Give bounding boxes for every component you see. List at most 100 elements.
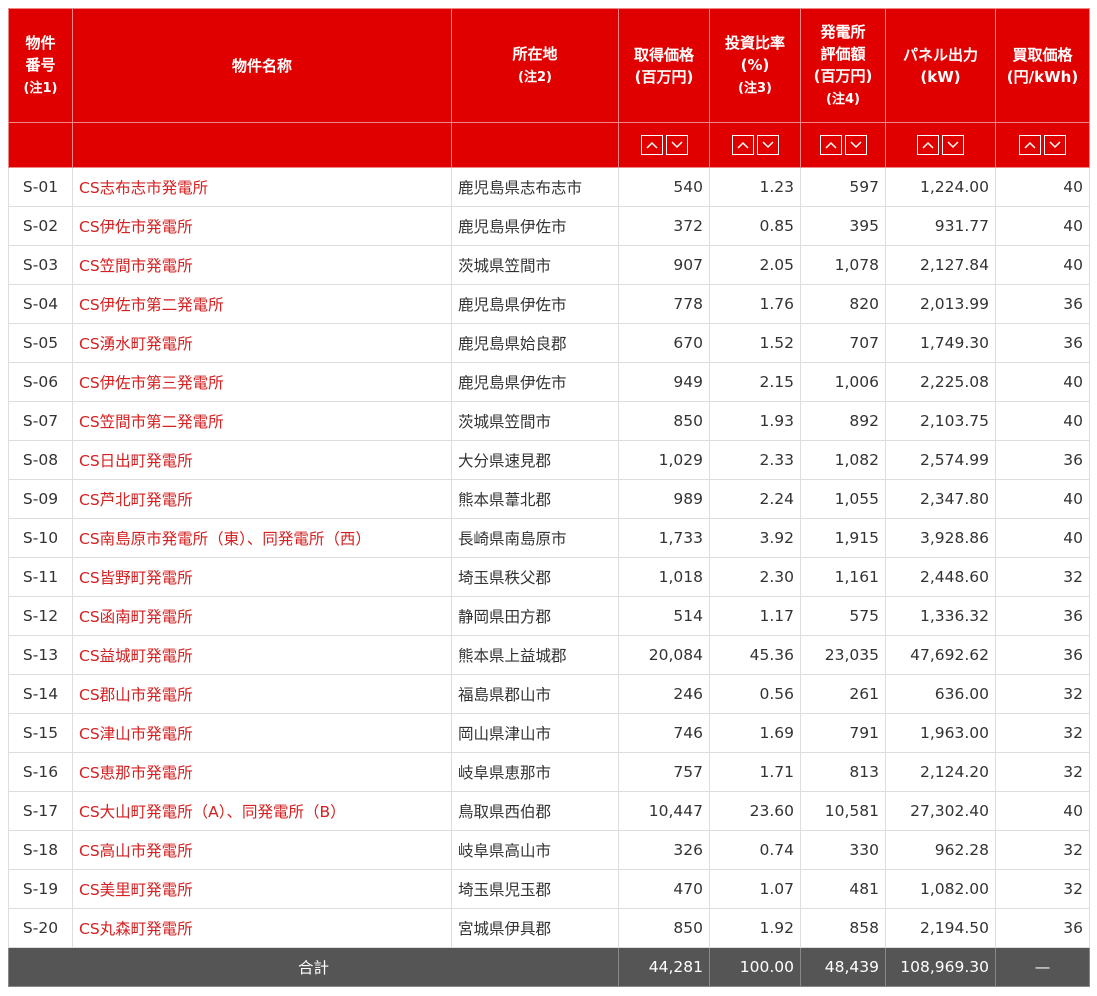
property-link[interactable]: CS芦北町発電所 bbox=[79, 491, 193, 509]
sort-asc-icon bbox=[736, 141, 749, 149]
property-link[interactable]: CS皆野町発電所 bbox=[79, 569, 193, 587]
sort-appraisal-asc-button[interactable] bbox=[819, 135, 842, 155]
total-appraisal: 48,439 bbox=[800, 947, 886, 987]
cell-name: CS津山市発電所 bbox=[72, 713, 452, 753]
cell-id: S-10 bbox=[8, 518, 73, 558]
cell-location: 鹿児島県志布志市 bbox=[451, 167, 619, 207]
cell-tariff: 40 bbox=[995, 362, 1090, 402]
sort-panel-desc-button[interactable] bbox=[942, 135, 964, 155]
property-link[interactable]: CS日出町発電所 bbox=[79, 452, 193, 470]
property-link[interactable]: CS伊佐市発電所 bbox=[79, 218, 193, 236]
property-link[interactable]: CS笠間市発電所 bbox=[79, 257, 193, 275]
sort-appraisal-desc-button[interactable] bbox=[844, 135, 867, 155]
cell-name: CS伊佐市発電所 bbox=[72, 206, 452, 246]
sort-desc-icon bbox=[947, 141, 959, 149]
cell-appraisal: 813 bbox=[800, 752, 886, 792]
property-link[interactable]: CS津山市発電所 bbox=[79, 725, 193, 743]
cell-panel: 2,225.08 bbox=[885, 362, 996, 402]
property-link[interactable]: CS高山市発電所 bbox=[79, 842, 193, 860]
cell-name: CS芦北町発電所 bbox=[72, 479, 452, 519]
cell-appraisal: 1,915 bbox=[800, 518, 886, 558]
cell-id: S-11 bbox=[8, 557, 73, 597]
sort-desc-icon bbox=[761, 141, 774, 149]
cell-appraisal: 395 bbox=[800, 206, 886, 246]
total-row: 合計 44,281 100.00 48,439 108,969.30 — bbox=[8, 947, 1090, 987]
property-link[interactable]: CS郡山市発電所 bbox=[79, 686, 193, 704]
cell-location: 茨城県笠間市 bbox=[451, 401, 619, 441]
sort-desc-icon bbox=[849, 141, 862, 149]
table-row: S-09 CS芦北町発電所 熊本県葦北郡 989 2.24 1,055 2,347.80 40 bbox=[8, 479, 1090, 519]
cell-panel: 47,692.62 bbox=[885, 635, 996, 675]
cell-ratio: 23.60 bbox=[709, 791, 801, 831]
property-link[interactable]: CS志布志市発電所 bbox=[79, 179, 208, 197]
cell-ratio: 1.52 bbox=[709, 323, 801, 363]
cell-appraisal: 330 bbox=[800, 830, 886, 870]
property-link[interactable]: CS丸森町発電所 bbox=[79, 920, 193, 938]
cell-appraisal: 820 bbox=[800, 284, 886, 324]
table-row: S-03 CS笠間市発電所 茨城県笠間市 907 2.05 1,078 2,127.84 40 bbox=[8, 245, 1090, 285]
cell-ratio: 0.56 bbox=[709, 674, 801, 714]
cell-price: 1,029 bbox=[618, 440, 710, 480]
cell-ratio: 2.30 bbox=[709, 557, 801, 597]
sort-panel-asc-button[interactable] bbox=[917, 135, 939, 155]
cell-ratio: 0.85 bbox=[709, 206, 801, 246]
cell-price: 20,084 bbox=[618, 635, 710, 675]
sort-ratio-asc-button[interactable] bbox=[731, 135, 754, 155]
cell-name: CS丸森町発電所 bbox=[72, 908, 452, 948]
cell-location: 岡山県津山市 bbox=[451, 713, 619, 753]
property-link[interactable]: CS笠間市第二発電所 bbox=[79, 413, 224, 431]
cell-ratio: 1.76 bbox=[709, 284, 801, 324]
cell-name: CS日出町発電所 bbox=[72, 440, 452, 480]
sort-tariff-asc-button[interactable] bbox=[1019, 135, 1041, 155]
table-row: S-12 CS函南町発電所 静岡県田方郡 514 1.17 575 1,336.32 36 bbox=[8, 596, 1090, 636]
cell-id: S-05 bbox=[8, 323, 73, 363]
cell-appraisal: 10,581 bbox=[800, 791, 886, 831]
cell-panel: 2,103.75 bbox=[885, 401, 996, 441]
property-link[interactable]: CS南島原市発電所（東）、同発電所（西） bbox=[79, 530, 371, 548]
cell-name: CS大山町発電所（A）、同発電所（B） bbox=[72, 791, 452, 831]
cell-ratio: 2.24 bbox=[709, 479, 801, 519]
cell-panel: 2,194.50 bbox=[885, 908, 996, 948]
cell-tariff: 40 bbox=[995, 479, 1090, 519]
cell-panel: 2,124.20 bbox=[885, 752, 996, 792]
cell-tariff: 36 bbox=[995, 908, 1090, 948]
cell-tariff: 40 bbox=[995, 791, 1090, 831]
total-label: 合計 bbox=[8, 947, 619, 987]
cell-id: S-06 bbox=[8, 362, 73, 402]
cell-id: S-16 bbox=[8, 752, 73, 792]
table-row: S-18 CS高山市発電所 岐阜県高山市 326 0.74 330 962.28 32 bbox=[8, 830, 1090, 870]
cell-id: S-03 bbox=[8, 245, 73, 285]
property-link[interactable]: CS函南町発電所 bbox=[79, 608, 193, 626]
property-link[interactable]: CS湧水町発電所 bbox=[79, 335, 193, 353]
cell-price: 10,447 bbox=[618, 791, 710, 831]
cell-appraisal: 858 bbox=[800, 908, 886, 948]
cell-ratio: 1.69 bbox=[709, 713, 801, 753]
header-price: 取得価格 (百万円) bbox=[618, 8, 710, 123]
cell-location: 熊本県葦北郡 bbox=[451, 479, 619, 519]
property-link[interactable]: CS益城町発電所 bbox=[79, 647, 193, 665]
sort-ratio-desc-button[interactable] bbox=[756, 135, 779, 155]
property-link[interactable]: CS伊佐市第三発電所 bbox=[79, 374, 224, 392]
cell-panel: 3,928.86 bbox=[885, 518, 996, 558]
table-row: S-17 CS大山町発電所（A）、同発電所（B） 鳥取県西伯郡 10,447 23.60… bbox=[8, 791, 1090, 831]
property-link[interactable]: CS伊佐市第二発電所 bbox=[79, 296, 224, 314]
cell-location: 長崎県南島原市 bbox=[451, 518, 619, 558]
table-row: S-07 CS笠間市第二発電所 茨城県笠間市 850 1.93 892 2,103.75 40 bbox=[8, 401, 1090, 441]
cell-location: 埼玉県児玉郡 bbox=[451, 869, 619, 909]
cell-tariff: 36 bbox=[995, 635, 1090, 675]
property-link[interactable]: CS美里町発電所 bbox=[79, 881, 193, 899]
cell-ratio: 2.05 bbox=[709, 245, 801, 285]
cell-tariff: 40 bbox=[995, 518, 1090, 558]
cell-panel: 2,013.99 bbox=[885, 284, 996, 324]
header-name: 物件名称 bbox=[72, 8, 452, 123]
sort-price-asc-button[interactable] bbox=[640, 135, 663, 155]
property-link[interactable]: CS恵那市発電所 bbox=[79, 764, 193, 782]
total-panel: 108,969.30 bbox=[885, 947, 996, 987]
cell-panel: 27,302.40 bbox=[885, 791, 996, 831]
cell-ratio: 2.15 bbox=[709, 362, 801, 402]
total-ratio: 100.00 bbox=[709, 947, 801, 987]
cell-name: CS笠間市発電所 bbox=[72, 245, 452, 285]
sort-tariff-desc-button[interactable] bbox=[1044, 135, 1066, 155]
property-link[interactable]: CS大山町発電所（A）、同発電所（B） bbox=[79, 803, 346, 821]
sort-price-desc-button[interactable] bbox=[665, 135, 688, 155]
